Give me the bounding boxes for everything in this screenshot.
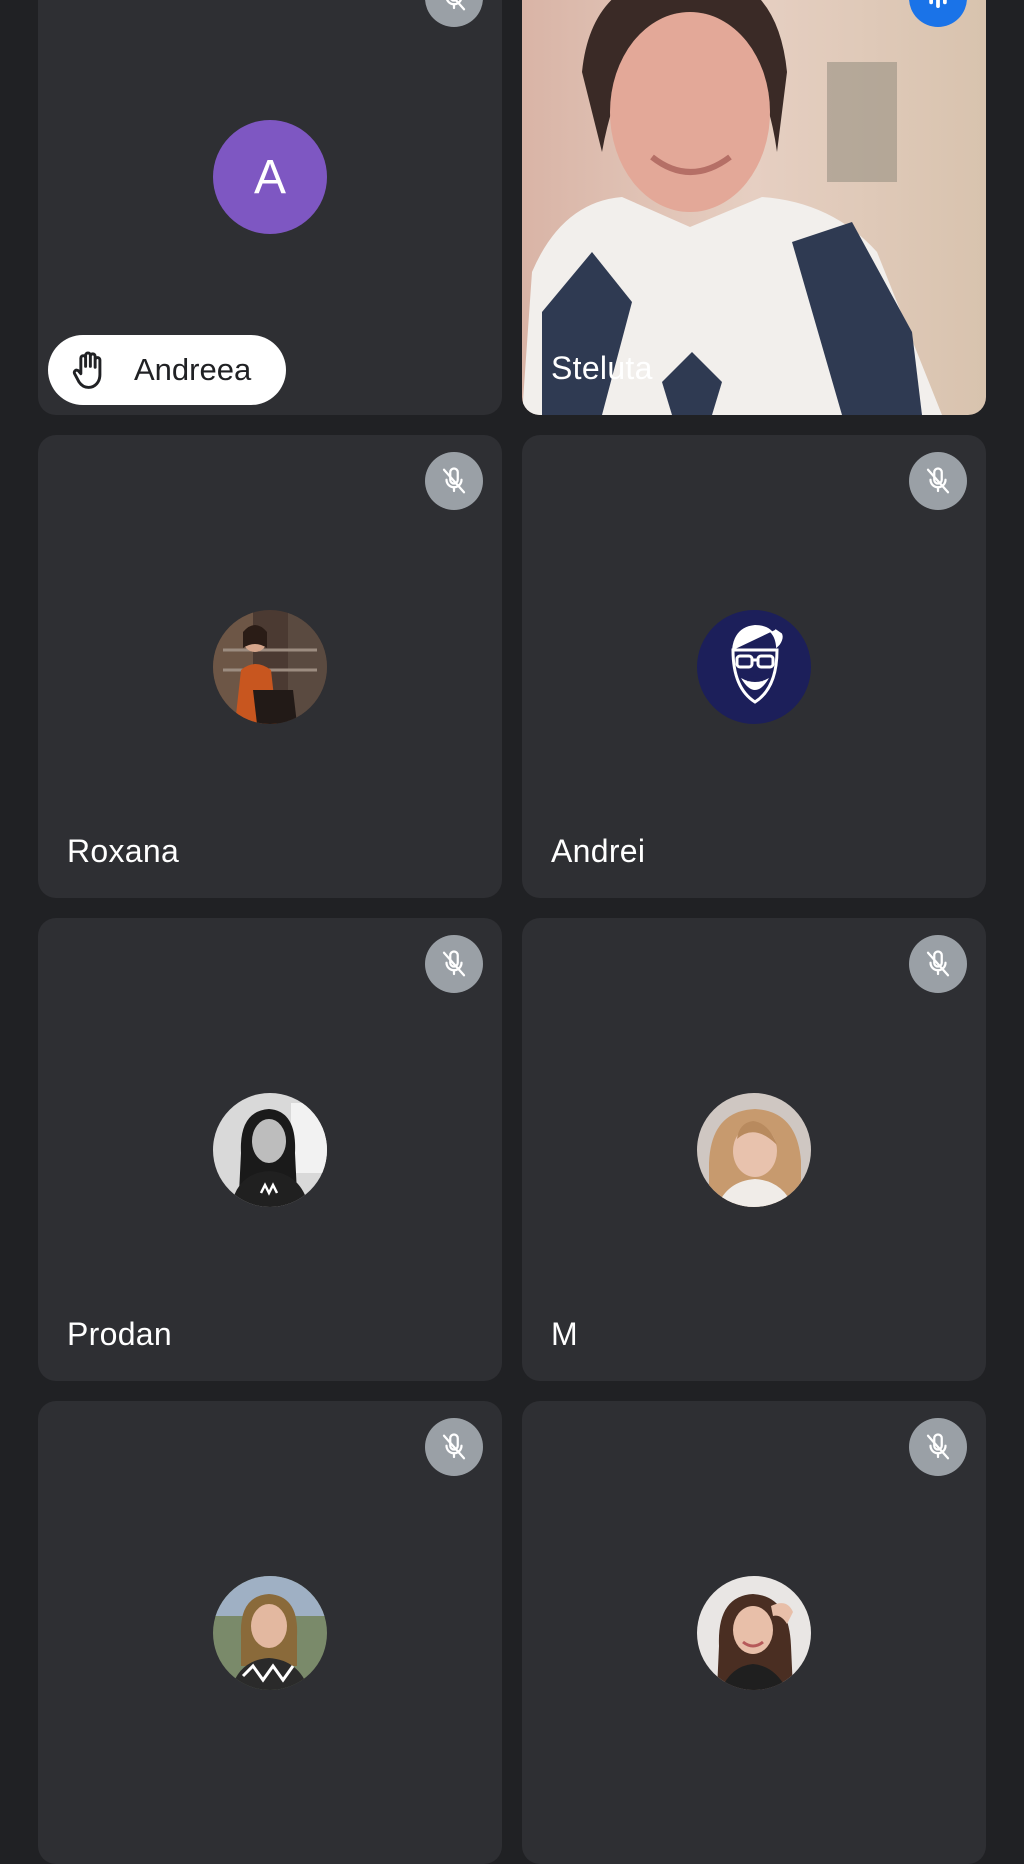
mic-off-icon [425,1418,483,1476]
participant-name: Andreea [134,352,252,387]
participant-tile-andrei[interactable]: Andrei [522,435,986,898]
avatar [697,610,811,724]
mic-off-icon [909,935,967,993]
participant-name: Steluta [551,350,653,386]
avatar [213,1093,327,1207]
participant-name: Andrei [551,833,646,869]
mic-off-icon [425,0,483,27]
participant-grid: A Andreea Steluta Roxana Andrei Prodan M [0,0,1024,1864]
avatar [213,610,327,724]
participant-tile[interactable] [38,1401,502,1864]
hand-icon [72,351,102,389]
participant-tile-steluta[interactable]: Steluta [522,0,986,415]
participant-tile-andreea[interactable]: A Andreea [38,0,502,415]
avatar [697,1093,811,1207]
mic-off-icon [909,1418,967,1476]
participant-name: Prodan [67,1316,172,1352]
participant-name: Roxana [67,833,180,869]
avatar [213,1576,327,1690]
mic-off-icon [425,452,483,510]
participant-tile-prodan[interactable]: Prodan [38,918,502,1381]
participant-tile[interactable] [522,1401,986,1864]
participant-tile-roxana[interactable]: Roxana [38,435,502,898]
avatar [697,1576,811,1690]
mic-off-icon [425,935,483,993]
avatar: A [213,120,327,234]
mic-off-icon [909,452,967,510]
participant-tile-m[interactable]: M [522,918,986,1381]
raised-hand-badge: Andreea [48,335,286,405]
participant-name: M [551,1316,578,1352]
